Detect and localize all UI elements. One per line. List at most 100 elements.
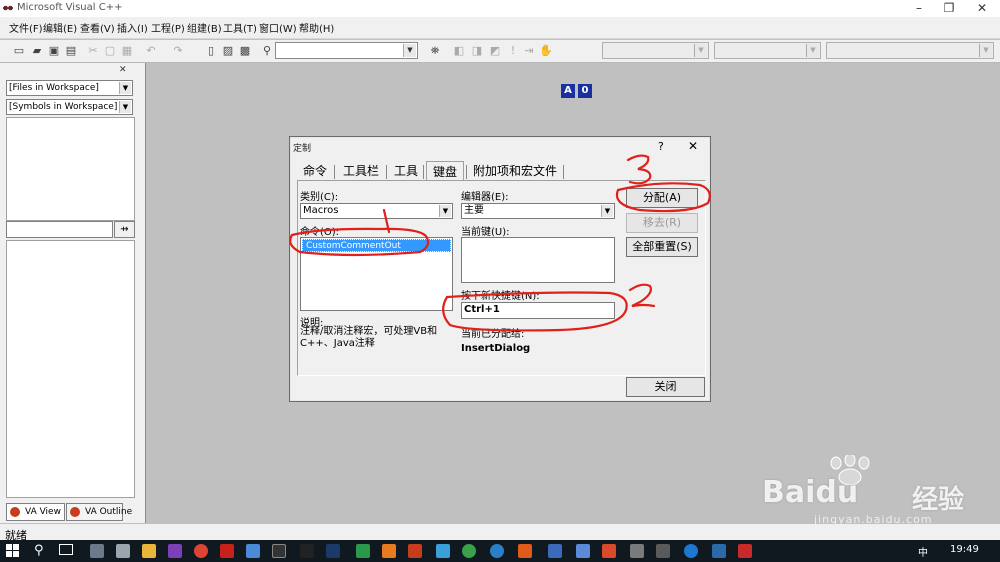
- remove-button[interactable]: 移去(R): [626, 213, 698, 233]
- menu-help[interactable]: 帮助(H): [299, 20, 334, 35]
- panel-close-icon[interactable]: ✕: [119, 65, 127, 75]
- files-in-workspace-combo[interactable]: [Files in Workspace] ▼: [6, 80, 133, 96]
- taskbar-app-icon[interactable]: [518, 544, 532, 558]
- find-binoculars-icon[interactable]: ⛯: [427, 43, 443, 59]
- workspace-window-icon[interactable]: ▯: [203, 43, 219, 59]
- menu-insert[interactable]: 插入(I): [117, 20, 148, 35]
- command-list[interactable]: CustomCommentOut: [300, 237, 453, 311]
- close-button[interactable]: 关闭: [626, 377, 705, 397]
- assigned-to-value: InsertDialog: [461, 343, 531, 354]
- output-window-icon[interactable]: ▨: [220, 43, 236, 59]
- find-in-files-icon[interactable]: ⚲: [259, 43, 275, 59]
- save-all-icon[interactable]: ▤: [63, 43, 79, 59]
- taskbar-app-icon[interactable]: [408, 544, 422, 558]
- assign-button[interactable]: 分配(A): [626, 188, 698, 208]
- new-shortcut-input[interactable]: Ctrl+1: [461, 302, 615, 319]
- taskbar-app-icon[interactable]: [246, 544, 260, 558]
- members-combo[interactable]: ▼: [826, 42, 994, 59]
- compile-icon[interactable]: ◧: [451, 43, 467, 59]
- menu-file[interactable]: 文件(F): [9, 20, 43, 35]
- tab-toolbars[interactable]: 工具栏: [343, 161, 379, 181]
- category-combo[interactable]: Macros ▼: [300, 203, 453, 219]
- tab-addins-macros[interactable]: 附加项和宏文件: [473, 161, 557, 181]
- minimize-button[interactable]: –: [904, 0, 934, 17]
- taskbar-app-icon[interactable]: [602, 544, 616, 558]
- taskbar-app-icon[interactable]: [576, 544, 590, 558]
- ime-indicator[interactable]: 中: [918, 544, 928, 559]
- windows-start-icon[interactable]: [6, 544, 19, 557]
- file-explorer-icon[interactable]: [142, 544, 156, 558]
- menu-tools[interactable]: 工具(T): [223, 20, 257, 35]
- taskbar-app-icon[interactable]: [356, 544, 370, 558]
- undo-icon[interactable]: ↶: [143, 43, 159, 59]
- window-list-icon[interactable]: ▩: [237, 43, 253, 59]
- execute-icon[interactable]: !: [505, 43, 521, 59]
- taskbar-app-icon[interactable]: [90, 544, 104, 558]
- taskbar-app-icon[interactable]: [116, 544, 130, 558]
- pdf-icon[interactable]: [220, 544, 234, 558]
- go-icon[interactable]: ⇥: [521, 43, 537, 59]
- tab-va-view[interactable]: VA View: [6, 503, 65, 521]
- menu-view[interactable]: 查看(V): [80, 20, 115, 35]
- taskbar-app-icon[interactable]: [656, 544, 670, 558]
- current-keys-list[interactable]: [461, 237, 615, 283]
- task-view-icon[interactable]: [59, 544, 73, 555]
- command-label: 命令(O):: [300, 227, 340, 238]
- filter-combo[interactable]: ▼: [714, 42, 821, 59]
- dialog-close-button[interactable]: ✕: [688, 139, 698, 153]
- paste-icon[interactable]: ▦: [119, 43, 135, 59]
- taskbar-clock[interactable]: 19:49: [950, 544, 979, 555]
- workspace-list[interactable]: [6, 240, 135, 498]
- save-icon[interactable]: ▣: [46, 43, 62, 59]
- tab-keyboard[interactable]: 键盘: [426, 161, 464, 181]
- help-button[interactable]: ?: [658, 140, 664, 153]
- taskbar-app-icon[interactable]: [738, 544, 752, 558]
- taskbar-app-icon[interactable]: [300, 544, 314, 558]
- close-window-button[interactable]: ✕: [967, 0, 997, 17]
- workspace-search-input[interactable]: [6, 221, 113, 238]
- new-file-icon[interactable]: ▭: [11, 43, 27, 59]
- editor-combo[interactable]: 主要 ▼: [461, 203, 615, 219]
- copy-icon[interactable]: ▢: [102, 43, 118, 59]
- open-folder-icon[interactable]: ▰: [29, 43, 45, 59]
- cut-icon[interactable]: ✂: [85, 43, 101, 59]
- taskbar-app-icon[interactable]: [548, 544, 562, 558]
- taskbar-app-icon[interactable]: [712, 544, 726, 558]
- taskbar-app-icon[interactable]: [436, 544, 450, 558]
- taskbar-app-icon[interactable]: [630, 544, 644, 558]
- class-combo[interactable]: ▼: [602, 42, 709, 59]
- taskbar-app-icon[interactable]: [382, 544, 396, 558]
- symbols-in-workspace-combo[interactable]: [Symbols in Workspace] ▼: [6, 99, 133, 115]
- va-0-button[interactable]: 0: [578, 84, 592, 98]
- va-logo-icon: [70, 507, 80, 517]
- menu-edit[interactable]: 编辑(E): [43, 20, 77, 35]
- chrome-icon[interactable]: [194, 544, 208, 558]
- menu-build[interactable]: 组建(B): [187, 20, 222, 35]
- taskbar-app-icon[interactable]: [326, 544, 340, 558]
- edge-icon[interactable]: [684, 544, 698, 558]
- customize-dialog: 定制 ? ✕ 命令 工具栏 工具 键盘 附加项和宏文件 类别(C): Macro…: [289, 136, 711, 402]
- tab-va-outline[interactable]: VA Outline: [66, 503, 132, 521]
- search-icon[interactable]: ⚲: [34, 543, 44, 558]
- visual-studio-icon[interactable]: [168, 544, 182, 558]
- menu-project[interactable]: 工程(P): [151, 20, 185, 35]
- vc-taskbar-icon[interactable]: [272, 544, 286, 558]
- find-combo[interactable]: ▼: [275, 42, 418, 59]
- breakpoint-icon[interactable]: ✋: [538, 43, 554, 59]
- workspace-tree[interactable]: [6, 117, 135, 221]
- redo-icon[interactable]: ↷: [170, 43, 186, 59]
- stop-build-icon[interactable]: ◩: [487, 43, 503, 59]
- taskbar-app-icon[interactable]: [490, 544, 504, 558]
- reset-all-button[interactable]: 全部重置(S): [626, 237, 698, 257]
- build-icon[interactable]: ◨: [469, 43, 485, 59]
- pin-icon[interactable]: ⇸: [114, 221, 135, 238]
- maximize-button[interactable]: ❐: [934, 0, 964, 17]
- tab-commands[interactable]: 命令: [303, 161, 327, 181]
- tab-tools[interactable]: 工具: [394, 161, 418, 181]
- taskbar-app-icon[interactable]: [462, 544, 476, 558]
- menu-window[interactable]: 窗口(W): [259, 20, 297, 35]
- list-item[interactable]: CustomCommentOut: [302, 239, 451, 252]
- va-a-button[interactable]: A: [561, 84, 575, 98]
- toolbar: ▭ ▰ ▣ ▤ ✂ ▢ ▦ ↶ ↷ ▯ ▨ ▩ ⚲ ▼ ⛯ ◧ ◨ ◩ ! ⇥ …: [0, 40, 1000, 98]
- va-logo-icon: [10, 507, 20, 517]
